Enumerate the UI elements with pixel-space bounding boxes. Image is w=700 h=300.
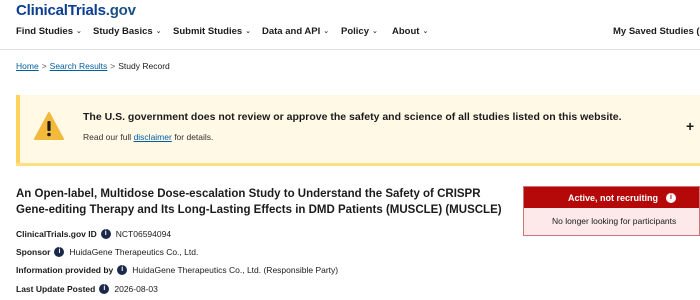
- meta-row-id: ClinicalTrials.gov ID i NCT06594094: [16, 229, 171, 239]
- chevron-down-icon: ⌄: [155, 28, 162, 35]
- nav-data-api[interactable]: Data and API ⌄: [262, 26, 329, 37]
- status-header: Active, not recruiting i: [524, 187, 699, 208]
- chevron-down-icon: ⌄: [422, 28, 429, 35]
- meta-value: HuidaGene Therapeutics Co., Ltd.: [69, 247, 199, 257]
- info-icon[interactable]: i: [117, 265, 128, 275]
- nav-label: Policy: [341, 26, 369, 37]
- meta-value: 2026-08-03: [114, 284, 158, 294]
- nav-label: About: [392, 26, 420, 37]
- meta-row-info-provider: Information provided by i HuidaGene Therap…: [16, 265, 338, 275]
- nav-submit-studies[interactable]: Submit Studies ⌄: [173, 26, 251, 37]
- nav-policy[interactable]: Policy ⌄: [341, 26, 378, 37]
- nav-study-basics[interactable]: Study Basics ⌄: [93, 26, 162, 37]
- breadcrumb-current: Study Record: [118, 61, 170, 71]
- status-note: No longer looking for participants: [552, 216, 677, 226]
- main-nav: Find Studies ⌄ Study Basics ⌄ Submit Studi…: [0, 22, 700, 44]
- chevron-down-icon: ⌄: [323, 28, 330, 35]
- alert-title: The U.S. government does not review or a…: [83, 111, 622, 123]
- chevron-down-icon: ⌄: [372, 28, 378, 35]
- meta-value: HuidaGene Therapeutics Co., Ltd. (Respon…: [132, 265, 339, 275]
- warning-icon: [34, 112, 64, 140]
- meta-label: ClinicalTrials.gov ID: [16, 229, 97, 239]
- meta-value: NCT06594094: [115, 229, 172, 239]
- meta-label: Last Update Posted: [16, 284, 96, 294]
- breadcrumb: Home > Search Results > Study Record: [16, 61, 170, 71]
- alert-text-before: Read our full: [83, 132, 134, 142]
- nav-label: Find Studies: [16, 26, 73, 37]
- chevron-down-icon: ⌄: [245, 28, 252, 35]
- info-icon[interactable]: i: [666, 192, 677, 203]
- alert-bottom-border: [16, 163, 700, 166]
- saved-studies-link[interactable]: My Saved Studies (0): [613, 26, 700, 37]
- logo-text: ClinicalTrials: [16, 2, 106, 19]
- meta-label: Information provided by: [16, 265, 114, 275]
- status-badge: Active, not recruiting: [568, 192, 659, 203]
- info-icon[interactable]: i: [54, 247, 65, 257]
- nav-label: Study Basics: [93, 26, 153, 37]
- chevron-down-icon: ⌄: [76, 28, 82, 35]
- logo-suffix: .gov: [105, 2, 136, 19]
- info-icon[interactable]: i: [99, 284, 110, 294]
- alert-text: Read our full disclaimer for details.: [83, 132, 213, 142]
- nav-about[interactable]: About ⌄: [392, 26, 428, 37]
- header-divider: [0, 49, 700, 50]
- study-title: An Open-label, Multidose Dose-escalation…: [16, 188, 502, 216]
- nav-label: Submit Studies: [173, 26, 243, 37]
- breadcrumb-search-results[interactable]: Search Results: [50, 61, 108, 71]
- alert-text-after: for details.: [171, 132, 214, 142]
- expand-icon[interactable]: +: [686, 118, 694, 134]
- status-box: Active, not recruiting i No longer lookin…: [523, 186, 700, 236]
- nav-label: Data and API: [262, 26, 321, 37]
- meta-row-last-update: Last Update Posted i 2026-08-03: [16, 284, 158, 294]
- breadcrumb-separator: >: [110, 61, 116, 71]
- meta-row-sponsor: Sponsor i HuidaGene Therapeutics Co., Ltd.: [16, 247, 198, 257]
- disclaimer-alert: The U.S. government does not review or a…: [16, 95, 700, 163]
- site-logo[interactable]: ClinicalTrials.gov: [16, 2, 136, 19]
- breadcrumb-separator: >: [41, 61, 47, 71]
- disclaimer-link[interactable]: disclaimer: [134, 132, 172, 142]
- meta-label: Sponsor: [16, 247, 51, 257]
- nav-find-studies[interactable]: Find Studies ⌄: [16, 26, 82, 37]
- breadcrumb-home[interactable]: Home: [16, 61, 39, 71]
- info-icon[interactable]: i: [100, 229, 111, 239]
